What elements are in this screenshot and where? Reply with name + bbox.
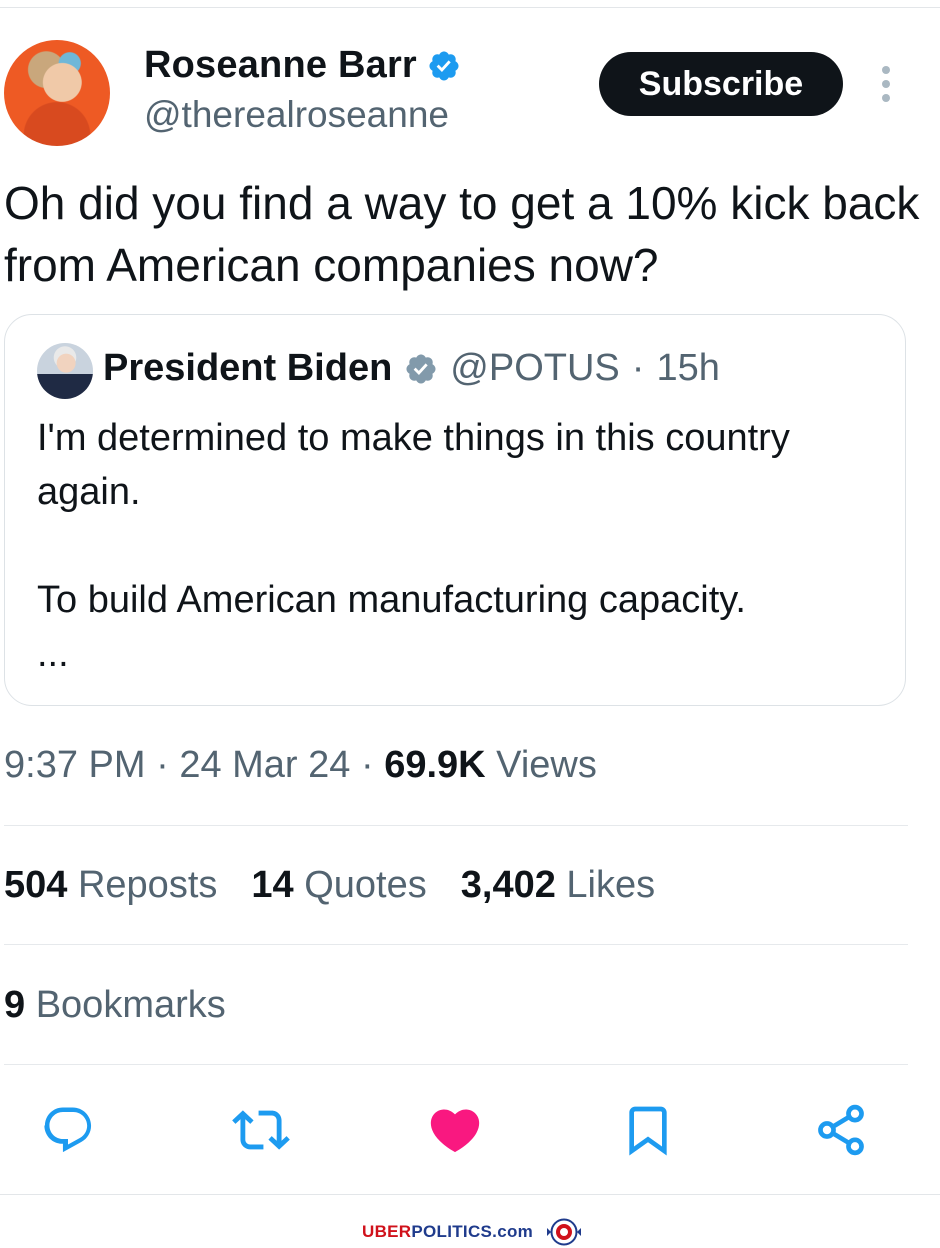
bookmarks-stat[interactable]: 9 Bookmarks: [4, 984, 226, 1027]
meta-separator: ·: [156, 744, 169, 786]
likes-count: 3,402: [460, 864, 556, 906]
reposts-stat[interactable]: 504 Reposts: [4, 864, 217, 907]
quoted-separator: ·: [631, 347, 645, 389]
quotes-stat[interactable]: 14 Quotes: [251, 864, 426, 907]
lion-seal-icon: [547, 1218, 582, 1246]
author-handle[interactable]: @therealroseanne: [144, 94, 449, 136]
quoted-author-name[interactable]: President Biden: [103, 347, 392, 390]
quoted-tweet-card[interactable]: President Biden @POTUS · 15h I'm determi…: [4, 314, 906, 706]
heart-icon: [430, 1109, 480, 1153]
government-badge-icon: [406, 353, 436, 384]
engagement-stats: 504 Reposts 14 Quotes 3,402 Likes: [4, 864, 655, 907]
subscribe-button[interactable]: Subscribe: [599, 52, 843, 116]
quoted-author-avatar[interactable]: [37, 343, 93, 399]
quotes-label: Quotes: [304, 864, 427, 906]
tweet-time[interactable]: 9:37 PM: [4, 744, 146, 786]
bottom-divider: [0, 1194, 940, 1195]
quoted-author-handle[interactable]: @POTUS: [450, 347, 619, 390]
views-label: Views: [496, 744, 597, 786]
bookmarks-count: 9: [4, 984, 26, 1026]
divider: [4, 1064, 908, 1065]
more-options-icon[interactable]: [872, 64, 900, 104]
repost-icon: [232, 1110, 290, 1150]
share-button[interactable]: [811, 1100, 871, 1160]
verified-badge-icon: [429, 50, 459, 81]
tweet-meta-row: 9:37 PM · 24 Mar 24 · 69.9K Views: [4, 744, 597, 787]
author-name-text: Roseanne Barr: [144, 44, 417, 86]
quotes-count: 14: [251, 864, 294, 906]
quoted-tweet-body: I'm determined to make things in this co…: [37, 417, 790, 675]
reposts-count: 504: [4, 864, 68, 906]
quoted-tweet-age: 15h: [656, 347, 720, 389]
views-count: 69.9K: [384, 744, 486, 786]
author-avatar[interactable]: [4, 40, 110, 146]
watermark: UBERPOLITICS.com: [362, 1218, 585, 1246]
top-divider: [0, 7, 940, 8]
likes-label: Likes: [566, 864, 656, 906]
like-button[interactable]: [425, 1100, 485, 1160]
bookmark-icon: [629, 1106, 667, 1156]
tweet-date[interactable]: 24 Mar 24: [179, 744, 350, 786]
bookmarks-label: Bookmarks: [35, 984, 226, 1026]
reposts-label: Reposts: [77, 864, 218, 906]
divider: [4, 944, 908, 945]
bookmark-button[interactable]: [618, 1100, 678, 1160]
watermark-text: UBERPOLITICS.com: [362, 1222, 534, 1241]
action-bar: [0, 1100, 940, 1160]
meta-separator: ·: [360, 744, 374, 786]
author-display-name[interactable]: Roseanne Barr: [144, 44, 461, 87]
quoted-tweet-header: President Biden @POTUS · 15h: [103, 347, 720, 390]
reply-button[interactable]: [38, 1100, 98, 1160]
repost-button[interactable]: [231, 1100, 291, 1160]
share-icon: [818, 1104, 864, 1156]
reply-icon: [44, 1107, 92, 1153]
likes-stat[interactable]: 3,402 Likes: [461, 864, 655, 907]
divider: [4, 825, 908, 826]
tweet-text: Oh did you find a way to get a 10% kick …: [4, 177, 920, 291]
